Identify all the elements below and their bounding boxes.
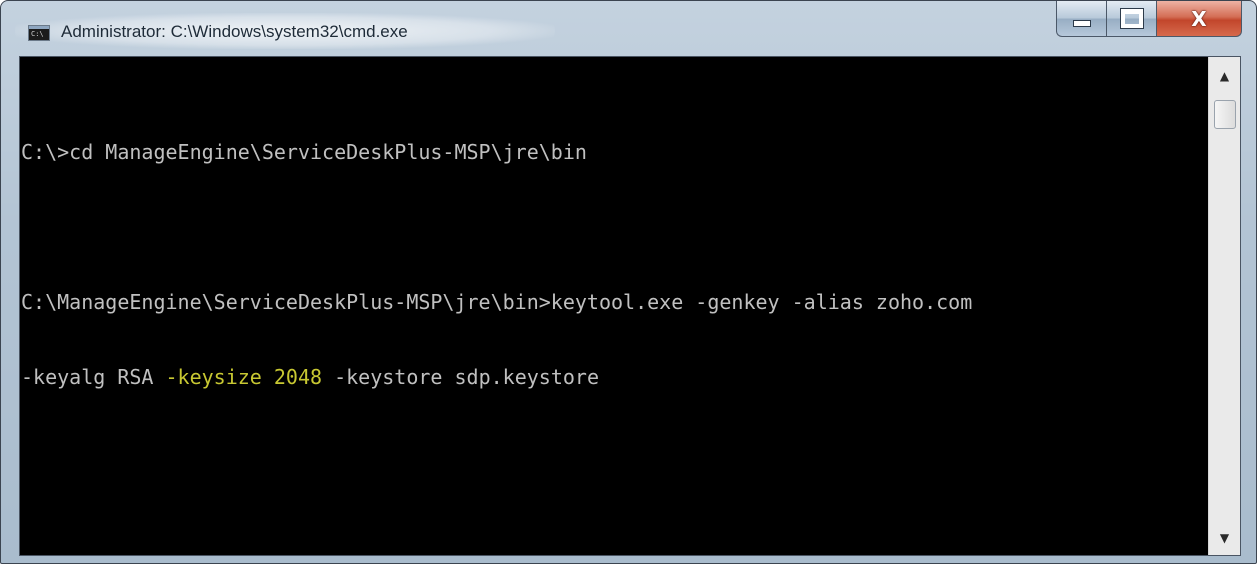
console-line: C:\ManageEngine\ServiceDeskPlus-MSP\jre\… bbox=[21, 290, 973, 314]
close-icon: X bbox=[1191, 6, 1207, 31]
title-bar[interactable]: C:\ Administrator: C:\Windows\system32\c… bbox=[1, 1, 1256, 55]
console-area[interactable]: C:\>cd ManageEngine\ServiceDeskPlus-MSP\… bbox=[19, 56, 1241, 556]
console-output[interactable]: C:\>cd ManageEngine\ServiceDeskPlus-MSP\… bbox=[20, 57, 1208, 555]
vertical-scrollbar[interactable]: ▲ ▼ bbox=[1208, 57, 1240, 555]
console-text: -keystore sdp.keystore bbox=[322, 365, 599, 389]
close-button[interactable]: X bbox=[1156, 1, 1242, 37]
console-line: C:\>cd ManageEngine\ServiceDeskPlus-MSP\… bbox=[21, 140, 587, 164]
minimize-button[interactable] bbox=[1056, 1, 1106, 37]
scroll-down-icon[interactable]: ▼ bbox=[1209, 523, 1240, 553]
caption-buttons: X bbox=[1056, 1, 1242, 37]
cmd-window: C:\ Administrator: C:\Windows\system32\c… bbox=[0, 0, 1257, 564]
window-title: Administrator: C:\Windows\system32\cmd.e… bbox=[61, 22, 408, 41]
maximize-button[interactable] bbox=[1106, 1, 1156, 37]
maximize-icon bbox=[1119, 8, 1144, 29]
console-text: -keyalg RSA bbox=[21, 365, 166, 389]
scroll-thumb[interactable] bbox=[1214, 100, 1236, 129]
minimize-icon bbox=[1072, 20, 1091, 27]
cmd-icon[interactable]: C:\ bbox=[28, 25, 50, 41]
scroll-up-icon[interactable]: ▲ bbox=[1209, 61, 1240, 91]
console-line: -keyalg RSA -keysize 2048 -keystore sdp.… bbox=[21, 365, 1208, 390]
console-highlight-text: -keysize 2048 bbox=[165, 365, 323, 389]
